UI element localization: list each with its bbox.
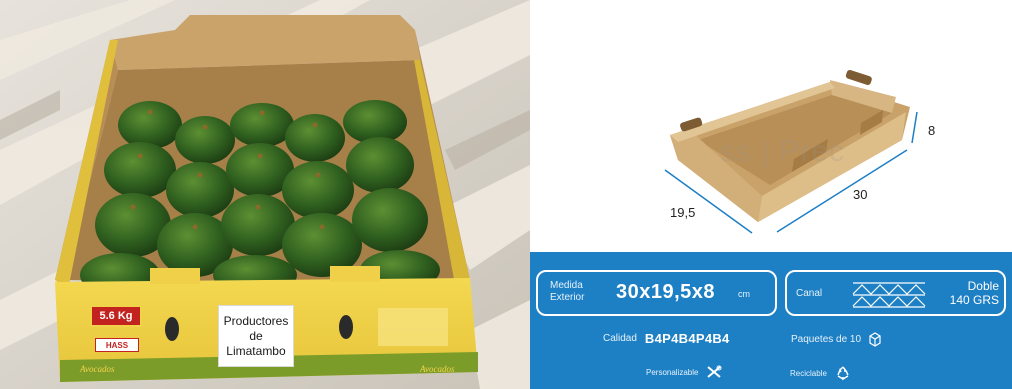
personalizable-label: Personalizable bbox=[646, 367, 699, 377]
paquetes-row: Paquetes de 10 bbox=[791, 331, 883, 347]
canal-value: Doble 140 GRS bbox=[933, 279, 999, 307]
producer-label-line: Productores bbox=[223, 313, 289, 328]
watermark-text: ss | Prec bbox=[720, 135, 846, 168]
reciclable-label: Reciclable bbox=[790, 368, 827, 378]
medida-label-line1: Medida bbox=[550, 280, 583, 291]
height-dimension-line bbox=[911, 111, 918, 144]
reciclable-row: Reciclable bbox=[790, 365, 851, 381]
package-icon bbox=[869, 332, 881, 347]
box-diagram: ss | Prec 8 30 19,5 bbox=[530, 0, 1012, 252]
svg-text:Avocados: Avocados bbox=[419, 364, 455, 374]
paquetes-label: Paquetes de 10 bbox=[791, 333, 862, 345]
tools-icon bbox=[707, 365, 722, 378]
product-photo: Avocados Avocados 5.6 Kg HASS Productore… bbox=[0, 0, 530, 389]
canal-pill: Canal Doble 140 GRS bbox=[785, 270, 1006, 316]
medida-label: Medida Exterior bbox=[550, 280, 610, 304]
corrugated-flute-icon bbox=[852, 282, 926, 308]
variety-tag: HASS bbox=[95, 338, 139, 352]
medida-value: 30x19,5x8 bbox=[616, 281, 716, 303]
width-dimension-label: 19,5 bbox=[670, 205, 696, 220]
weight-tag: 5.6 Kg bbox=[90, 305, 142, 327]
canal-value-line1: Doble bbox=[967, 279, 999, 293]
medida-pill: Medida Exterior 30x19,5x8 cm bbox=[536, 270, 777, 316]
cardboard-box-drawing bbox=[664, 69, 918, 234]
calidad-value: B4P4B4P4B4 bbox=[644, 331, 730, 346]
spec-panel: ss | Prec 8 30 19,5 Medida Exterior 30x1… bbox=[530, 0, 1012, 389]
length-dimension-label: 30 bbox=[853, 187, 868, 202]
producer-label: Productores de Limatambo bbox=[218, 305, 294, 367]
calidad-label: Calidad bbox=[603, 333, 637, 344]
svg-text:Avocados: Avocados bbox=[79, 364, 115, 374]
calidad-row: Calidad B4P4B4P4B4 bbox=[603, 331, 730, 346]
producer-label-line: Limatambo bbox=[226, 343, 286, 358]
recycle-icon bbox=[837, 366, 849, 381]
canal-label: Canal bbox=[796, 288, 823, 299]
producer-label-line: de bbox=[249, 328, 263, 343]
canal-value-line2: 140 GRS bbox=[949, 293, 999, 307]
medida-unit: cm bbox=[738, 289, 750, 299]
medida-label-line2: Exterior bbox=[550, 292, 585, 303]
height-dimension-label: 8 bbox=[928, 123, 936, 138]
personalizable-row: Personalizable bbox=[646, 365, 722, 379]
